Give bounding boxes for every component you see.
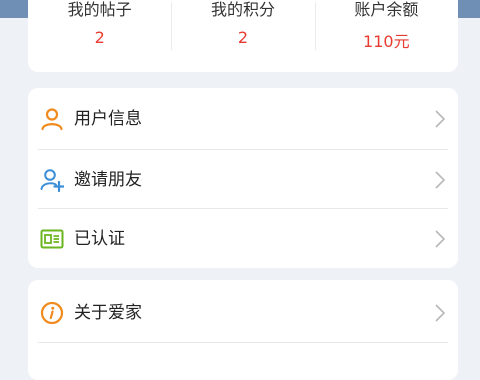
- stat-value: 2: [94, 28, 105, 47]
- chevron-right-icon: [434, 109, 446, 129]
- info-icon: [40, 301, 64, 325]
- stat-my-posts[interactable]: 我的帖子 2: [28, 0, 171, 72]
- menu-item-user-info[interactable]: 用户信息: [28, 88, 458, 148]
- chevron-right-icon: [434, 303, 446, 323]
- menu-item-label: 邀请朋友: [74, 170, 142, 190]
- menu-item-about[interactable]: 关于爱家: [28, 282, 458, 342]
- id-card-icon: [40, 227, 64, 251]
- menu-group-about: 关于爱家: [28, 280, 458, 380]
- divider: [38, 342, 448, 343]
- menu-item-label: 关于爱家: [74, 303, 142, 323]
- stats-card: 我的帖子 2 我的积分 2 账户余额 110元: [28, 0, 458, 72]
- stat-value: 110元: [363, 32, 410, 51]
- chevron-right-icon: [434, 170, 446, 190]
- add-user-icon: [40, 168, 65, 193]
- stat-label: 我的帖子: [67, 0, 132, 19]
- stat-account-balance[interactable]: 账户余额 110元: [314, 0, 458, 72]
- stat-label: 我的积分: [210, 0, 275, 19]
- menu-item-label: 已认证: [74, 229, 125, 249]
- menu-item-verified[interactable]: 已认证: [28, 208, 458, 268]
- stat-value: 2: [237, 28, 249, 47]
- menu-item-invite-friends[interactable]: 邀请朋友: [28, 149, 458, 209]
- user-icon: [40, 107, 64, 131]
- stat-my-points[interactable]: 我的积分 2: [171, 0, 314, 72]
- menu-item-label: 用户信息: [74, 109, 142, 129]
- chevron-right-icon: [434, 229, 446, 249]
- stat-label: 账户余额: [354, 0, 419, 19]
- menu-group-account: 用户信息 邀请朋友 已认证: [28, 88, 458, 268]
